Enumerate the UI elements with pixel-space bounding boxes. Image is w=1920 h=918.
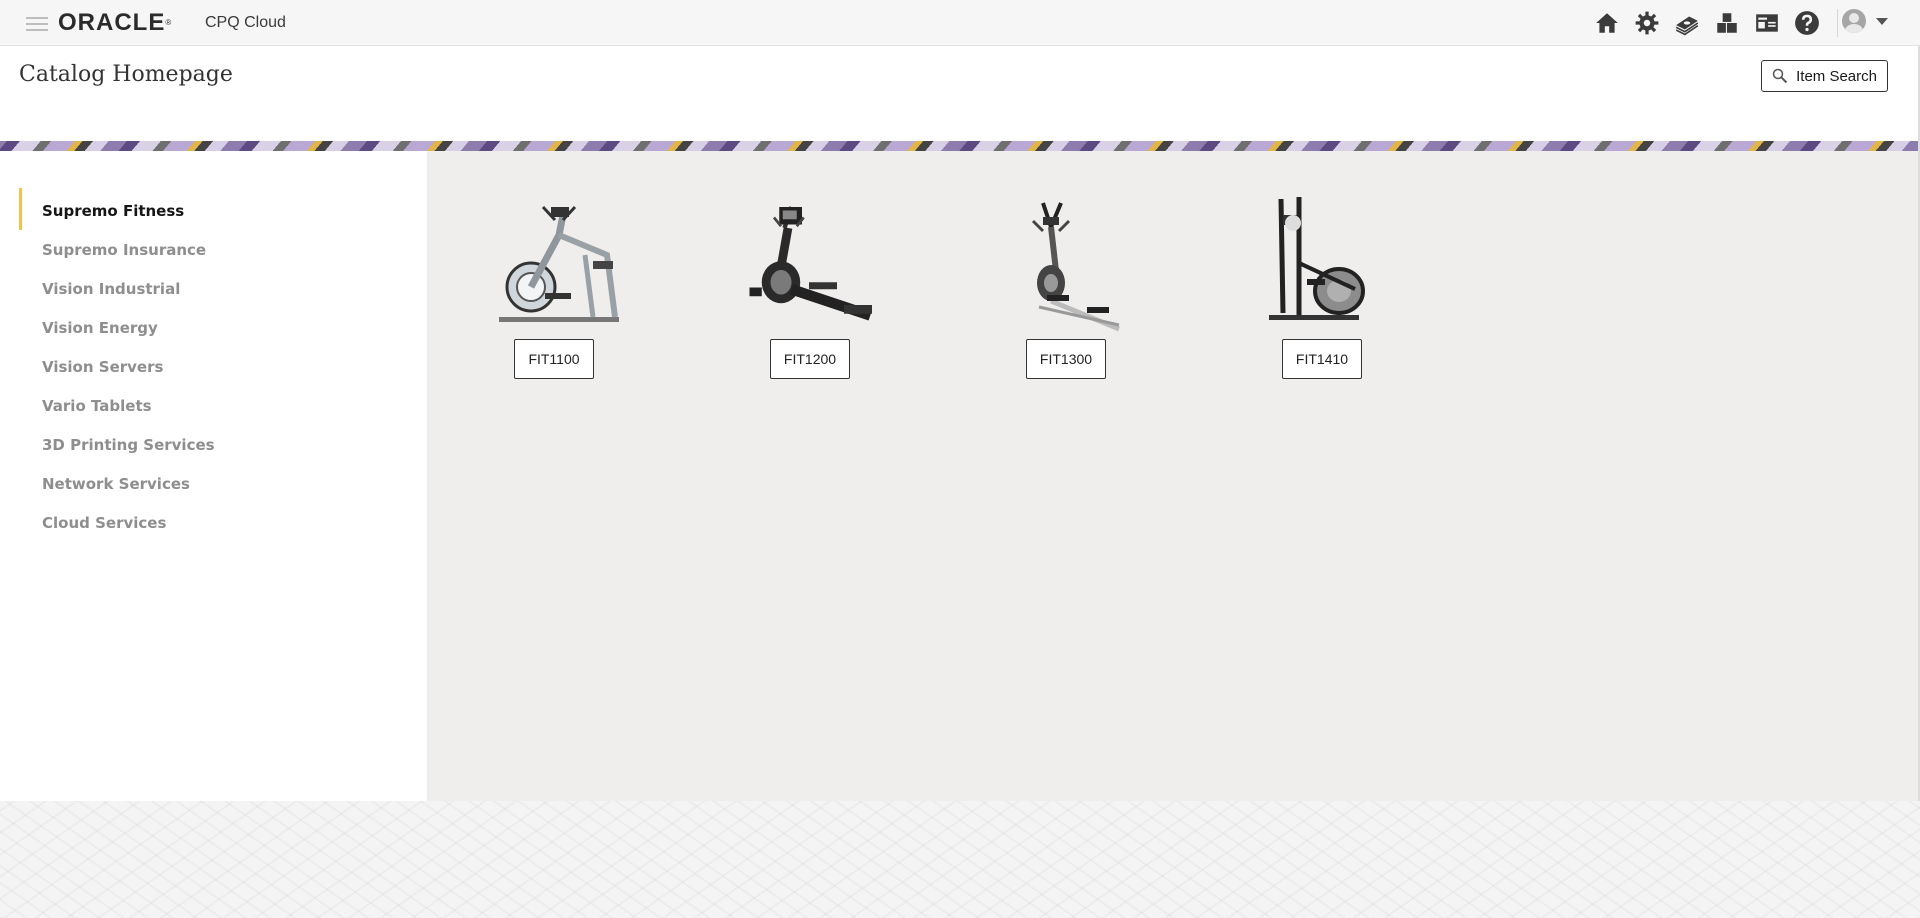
sidebar-item-network-services[interactable]: Network Services [42, 475, 190, 493]
gear-icon[interactable] [1627, 8, 1667, 38]
sidebar-item-cloud-services[interactable]: Cloud Services [42, 514, 166, 532]
nav-icon-group [1587, 8, 1848, 38]
money-icon[interactable] [1667, 8, 1707, 38]
help-icon[interactable] [1787, 8, 1827, 38]
nav-divider [1837, 9, 1838, 37]
oracle-logo: ORACLE® [58, 9, 173, 36]
id-card-icon[interactable] [1747, 8, 1787, 38]
product-image-fit1100[interactable] [489, 195, 629, 335]
home-icon[interactable] [1587, 8, 1627, 38]
product-button-fit1300[interactable]: FIT1300 [1026, 339, 1106, 379]
search-icon [1772, 68, 1788, 84]
sidebar-item-3d-printing-services[interactable]: 3D Printing Services [42, 436, 215, 454]
decorative-banner [0, 141, 1920, 151]
sidebar-item-supremo-fitness[interactable]: Supremo Fitness [42, 202, 184, 220]
avatar[interactable] [1842, 9, 1866, 33]
product-image-fit1300[interactable] [999, 197, 1139, 337]
sidebar-item-vision-energy[interactable]: Vision Energy [42, 319, 158, 337]
item-search-label: Item Search [1796, 67, 1877, 85]
active-item-indicator [19, 188, 22, 230]
chevron-down-icon[interactable] [1876, 17, 1888, 25]
product-grid-area: FIT1100 FIT1200 FIT1300 FIT1410 [427, 151, 1918, 801]
sidebar-item-vision-servers[interactable]: Vision Servers [42, 358, 163, 376]
product-button-fit1200[interactable]: FIT1200 [770, 339, 850, 379]
product-image-fit1410[interactable] [1259, 193, 1399, 333]
product-button-fit1410[interactable]: FIT1410 [1282, 339, 1362, 379]
sidebar-item-vision-industrial[interactable]: Vision Industrial [42, 280, 180, 298]
sidebar-item-vario-tablets[interactable]: Vario Tablets [42, 397, 152, 415]
top-navigation-bar: ORACLE® CPQ Cloud [0, 0, 1920, 46]
sidebar-item-supremo-insurance[interactable]: Supremo Insurance [42, 241, 206, 259]
hamburger-menu-icon[interactable] [26, 17, 48, 31]
product-button-fit1100[interactable]: FIT1100 [514, 339, 594, 379]
item-search-button[interactable]: Item Search [1761, 60, 1888, 92]
footer-pattern [0, 801, 1920, 918]
user-menu[interactable] [1842, 9, 1888, 33]
page-title: Catalog Homepage [19, 62, 233, 87]
product-name: CPQ Cloud [205, 14, 286, 31]
blocks-icon[interactable] [1707, 8, 1747, 38]
product-image-fit1200[interactable] [739, 193, 879, 333]
